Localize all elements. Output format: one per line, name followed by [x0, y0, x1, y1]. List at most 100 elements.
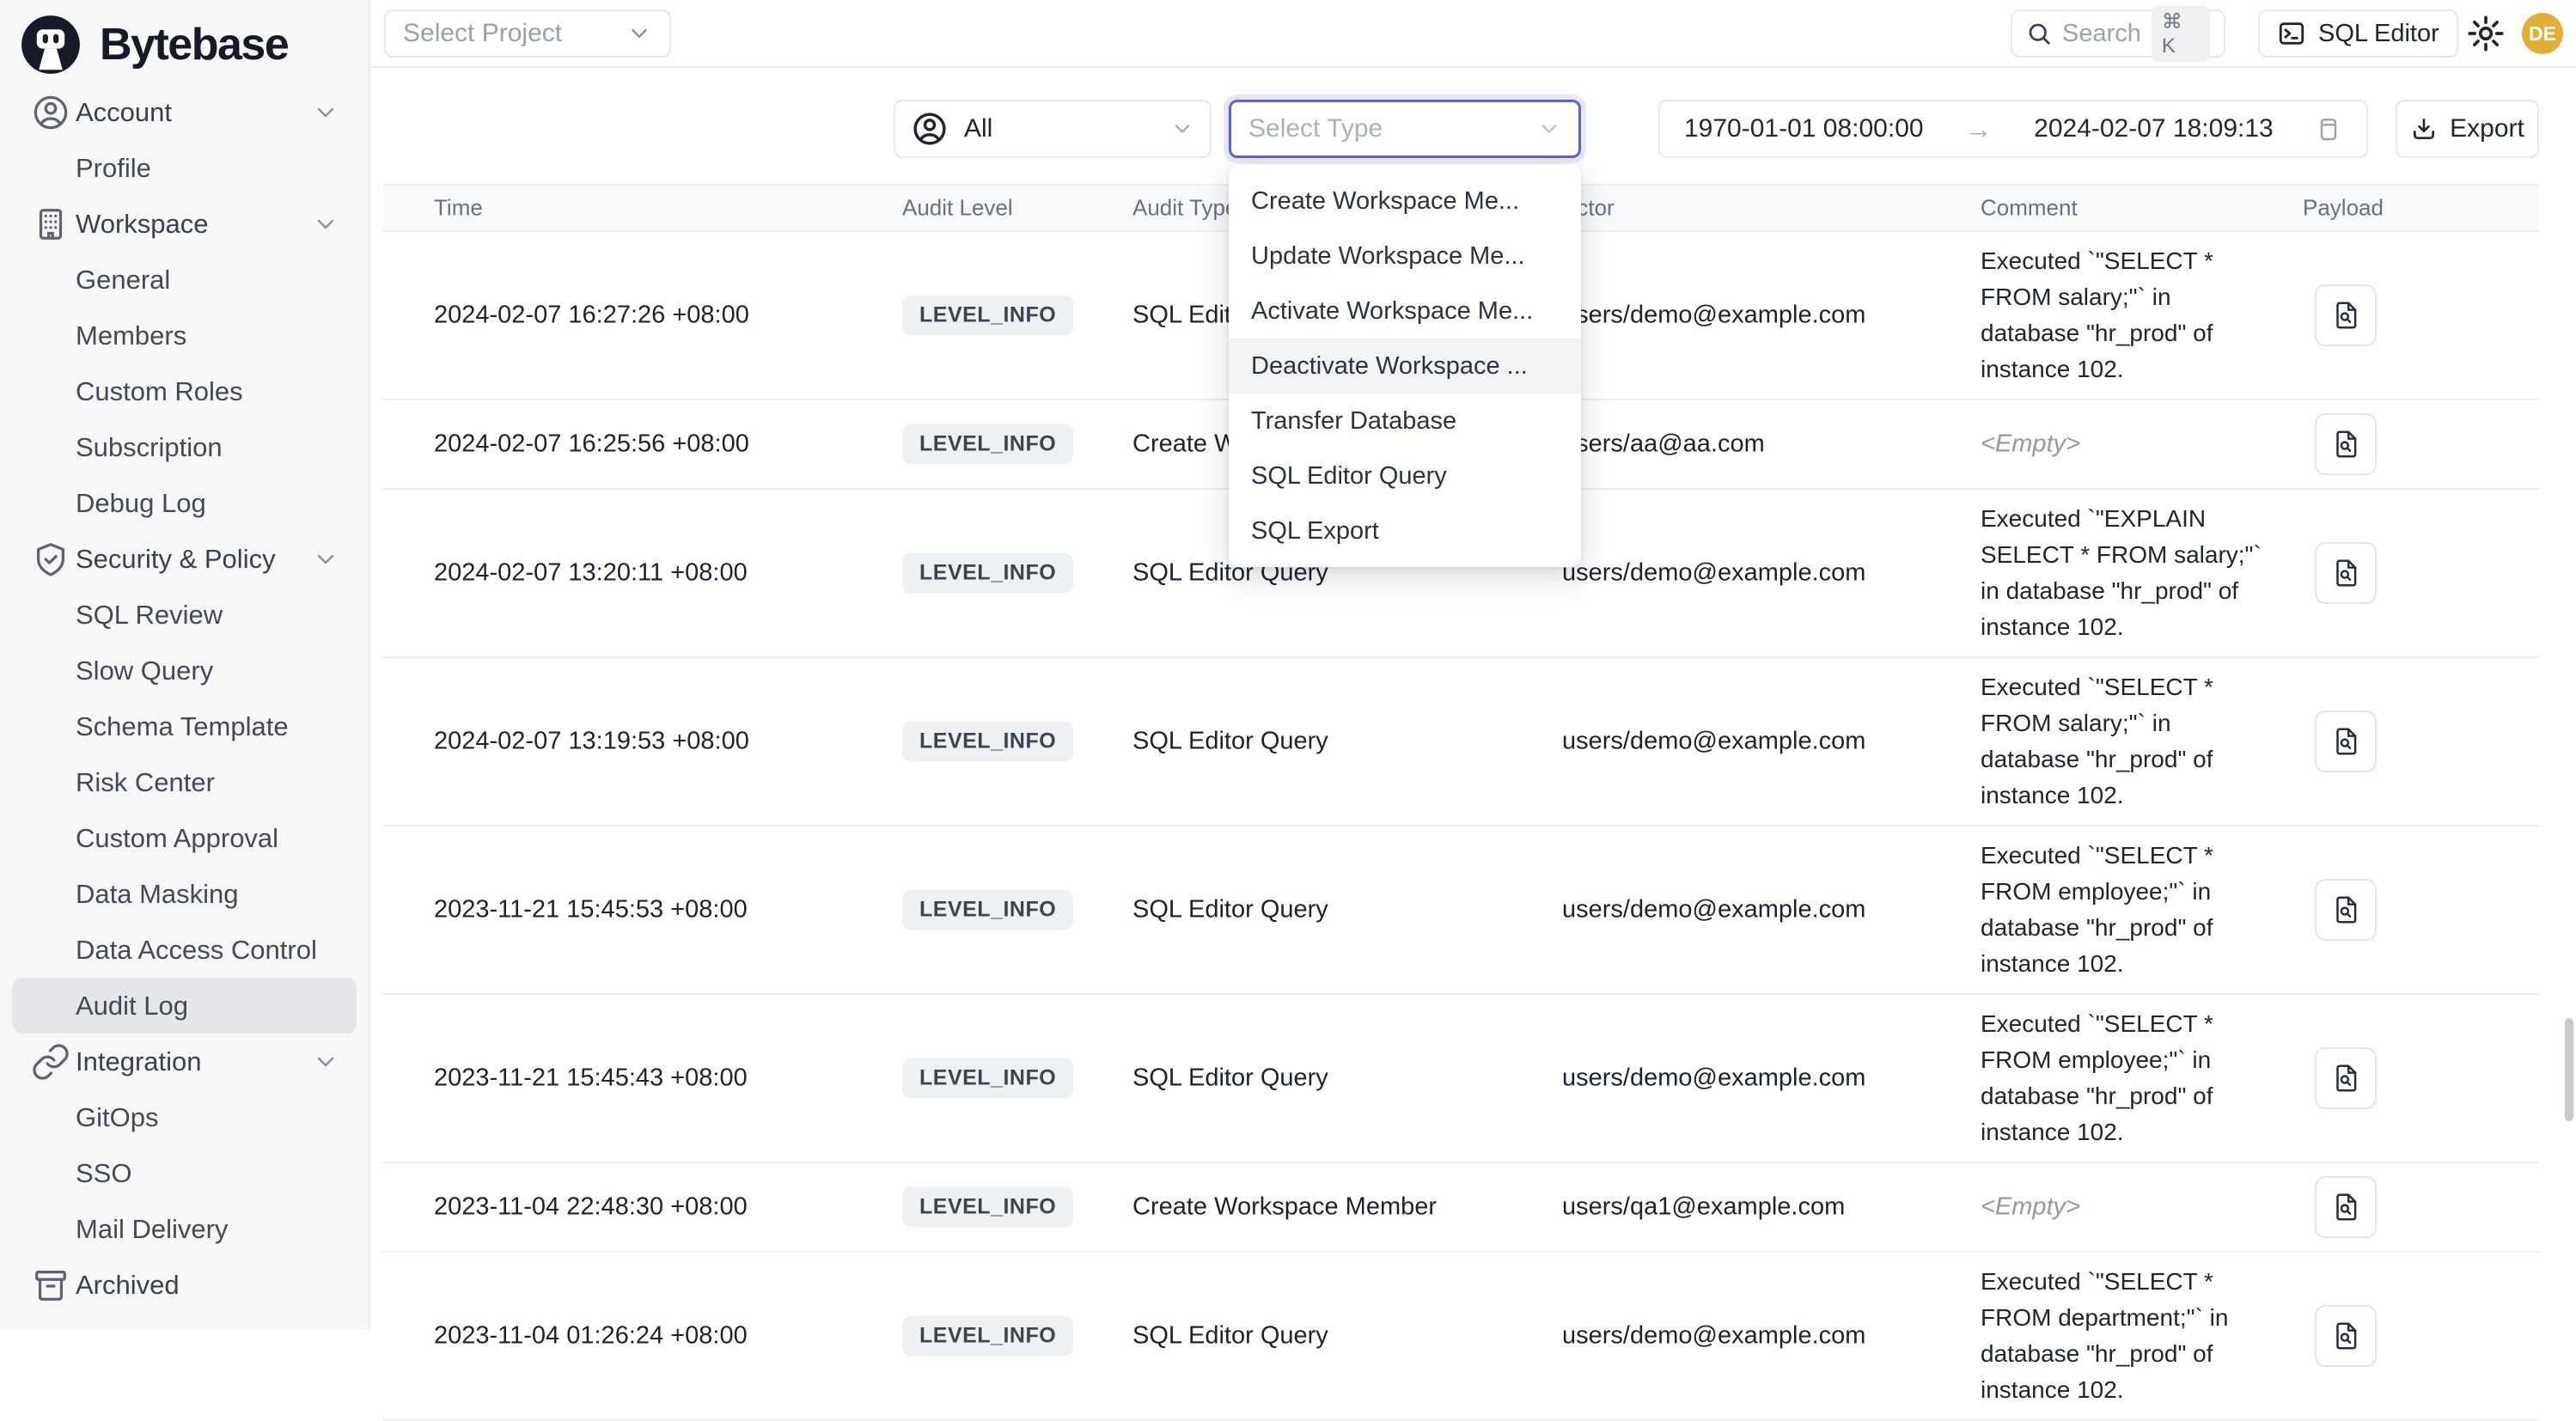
- sidebar-item-debug-log[interactable]: Debug Log: [12, 475, 357, 531]
- sidebar-item-schema-template[interactable]: Schema Template: [12, 698, 357, 754]
- sidebar-item-label: Risk Center: [76, 767, 215, 798]
- sidebar-item-subscription[interactable]: Subscription: [12, 419, 357, 475]
- file-search-icon: [2329, 1062, 2362, 1095]
- payload-view-button[interactable]: [2315, 1176, 2377, 1238]
- settings-button[interactable]: [2464, 12, 2507, 55]
- sidebar-item-label: General: [76, 265, 170, 296]
- sidebar-item-mail-delivery[interactable]: Mail Delivery: [12, 1201, 357, 1257]
- sql-editor-button[interactable]: SQL Editor: [2258, 9, 2458, 58]
- cell-comment-empty: <Empty>: [1981, 430, 2080, 459]
- sidebar-item-data-access-control[interactable]: Data Access Control: [12, 922, 357, 978]
- audit-level-badge: LEVEL_INFO: [902, 424, 1073, 465]
- payload-view-button[interactable]: [2315, 1305, 2377, 1367]
- date-range-end[interactable]: 2024-02-07 18:09:13: [2034, 114, 2274, 143]
- payload-view-button[interactable]: [2315, 1047, 2377, 1109]
- sidebar-item-label: Subscription: [76, 432, 223, 463]
- terminal-icon: [2277, 19, 2306, 48]
- chevron-down-icon: [312, 210, 339, 238]
- column-header-audit-type: Audit Type: [1132, 195, 1237, 222]
- payload-view-button[interactable]: [2315, 710, 2377, 772]
- sidebar-item-label: Custom Approval: [76, 823, 278, 854]
- cell-time: 2023-11-21 15:45:53 +08:00: [434, 896, 748, 924]
- sidebar-item-workspace[interactable]: Workspace: [12, 196, 357, 252]
- file-search-icon: [2329, 557, 2362, 589]
- cell-audit-type: SQL Editor Query: [1132, 1322, 1328, 1351]
- sidebar-item-label: Account: [76, 97, 172, 128]
- sidebar-item-label: Schema Template: [76, 711, 289, 742]
- cell-actor: users/demo@example.com: [1562, 896, 1865, 924]
- type-menu-item-activate-workspace-me[interactable]: Activate Workspace Me...: [1229, 284, 1581, 338]
- topbar-divider: [370, 66, 2576, 68]
- calendar-icon[interactable]: [2315, 115, 2342, 143]
- archive-icon: [31, 1265, 70, 1305]
- type-menu-item-deactivate-workspace[interactable]: Deactivate Workspace ...: [1229, 338, 1581, 393]
- date-range-start[interactable]: 1970-01-01 08:00:00: [1684, 114, 1924, 143]
- sidebar-item-label: Data Masking: [76, 879, 239, 910]
- file-search-icon: [2329, 1320, 2362, 1352]
- actor-filter-select[interactable]: All: [894, 100, 1212, 158]
- payload-view-button[interactable]: [2315, 413, 2377, 475]
- sidebar-item-data-masking[interactable]: Data Masking: [12, 866, 357, 922]
- scrollbar-thumb[interactable]: [2565, 1018, 2573, 1121]
- sidebar-item-label: Workspace: [76, 209, 209, 240]
- gear-icon: [2467, 15, 2505, 52]
- file-search-icon: [2329, 299, 2362, 332]
- audit-level-badge: LEVEL_INFO: [902, 1316, 1073, 1357]
- sidebar-item-archived[interactable]: Archived: [12, 1257, 357, 1313]
- type-menu-item-sql-export[interactable]: SQL Export: [1229, 503, 1581, 558]
- type-menu-item-sql-editor-query[interactable]: SQL Editor Query: [1229, 448, 1581, 503]
- sidebar-item-risk-center[interactable]: Risk Center: [12, 754, 357, 810]
- shield-check-icon: [31, 540, 70, 579]
- sidebar-item-label: Custom Roles: [76, 376, 243, 407]
- payload-view-button[interactable]: [2315, 542, 2377, 604]
- payload-view-button[interactable]: [2315, 284, 2377, 346]
- table-row: 2023-11-04 22:48:30 +08:00LEVEL_INFOCrea…: [382, 1163, 2539, 1253]
- sidebar-item-members[interactable]: Members: [12, 308, 357, 363]
- sidebar-item-general[interactable]: General: [12, 252, 357, 308]
- sidebar-item-account[interactable]: Account: [12, 84, 357, 140]
- brand-logo[interactable]: Bytebase: [0, 0, 369, 76]
- type-menu-item-transfer-database[interactable]: Transfer Database: [1229, 393, 1581, 448]
- cell-audit-type: SQL Editor Query: [1132, 896, 1328, 924]
- audit-level-badge: LEVEL_INFO: [902, 890, 1073, 930]
- type-filter-placeholder: Select Type: [1248, 114, 1383, 143]
- download-icon: [2410, 115, 2438, 143]
- sidebar-item-audit-log[interactable]: Audit Log: [12, 978, 357, 1034]
- link-icon: [31, 1042, 70, 1082]
- sidebar-item-label: Audit Log: [76, 991, 188, 1022]
- search-input[interactable]: Search ⌘ K: [2011, 9, 2225, 58]
- sidebar-item-slow-query[interactable]: Slow Query: [12, 643, 357, 698]
- sidebar-item-sso[interactable]: SSO: [12, 1145, 357, 1201]
- table-row: 2023-11-21 15:45:53 +08:00 LEVEL_INFO SQL …: [382, 826, 2539, 995]
- cell-comment: Executed `"SELECT * FROM salary;"` in da…: [1981, 243, 2264, 387]
- audit-level-badge: LEVEL_INFO: [902, 1187, 1073, 1228]
- chevron-down-icon: [312, 546, 339, 573]
- export-button[interactable]: Export: [2396, 100, 2539, 158]
- export-label: Export: [2450, 114, 2524, 143]
- cell-audit-type: Create Workspace Member: [1132, 1193, 1437, 1222]
- audit-level-badge: LEVEL_INFO: [902, 1058, 1073, 1099]
- sidebar-item-label: Profile: [76, 153, 151, 184]
- type-menu-item-create-workspace-me[interactable]: Create Workspace Me...: [1229, 174, 1581, 229]
- audit-level-badge: LEVEL_INFO: [902, 553, 1073, 594]
- sidebar-item-label: Data Access Control: [76, 935, 317, 966]
- project-select[interactable]: Select Project: [384, 9, 671, 58]
- sidebar-item-integration[interactable]: Integration: [12, 1034, 357, 1089]
- type-menu-item-update-workspace-me[interactable]: Update Workspace Me...: [1229, 229, 1581, 284]
- avatar-initials: DE: [2529, 22, 2556, 46]
- payload-view-button[interactable]: [2315, 879, 2377, 941]
- sidebar-item-profile[interactable]: Profile: [12, 140, 357, 196]
- cell-actor: users/demo@example.com: [1562, 1064, 1865, 1093]
- date-range-input[interactable]: 1970-01-01 08:00:00 → 2024-02-07 18:09:1…: [1658, 100, 2368, 158]
- sidebar-item-label: Archived: [76, 1270, 180, 1301]
- person-circle-icon: [911, 110, 949, 148]
- sidebar-item-custom-approval[interactable]: Custom Approval: [12, 810, 357, 866]
- sidebar-item-gitops[interactable]: GitOps: [12, 1089, 357, 1145]
- column-header-audit-level: Audit Level: [902, 195, 1013, 222]
- user-avatar[interactable]: DE: [2522, 13, 2563, 54]
- sidebar-item-security-policy[interactable]: Security & Policy: [12, 531, 357, 587]
- type-filter-select[interactable]: Select Type: [1229, 100, 1581, 158]
- cell-comment: Executed `"SELECT * FROM department;"` i…: [1981, 1264, 2264, 1408]
- sidebar-item-sql-review[interactable]: SQL Review: [12, 587, 357, 643]
- sidebar-item-custom-roles[interactable]: Custom Roles: [12, 363, 357, 419]
